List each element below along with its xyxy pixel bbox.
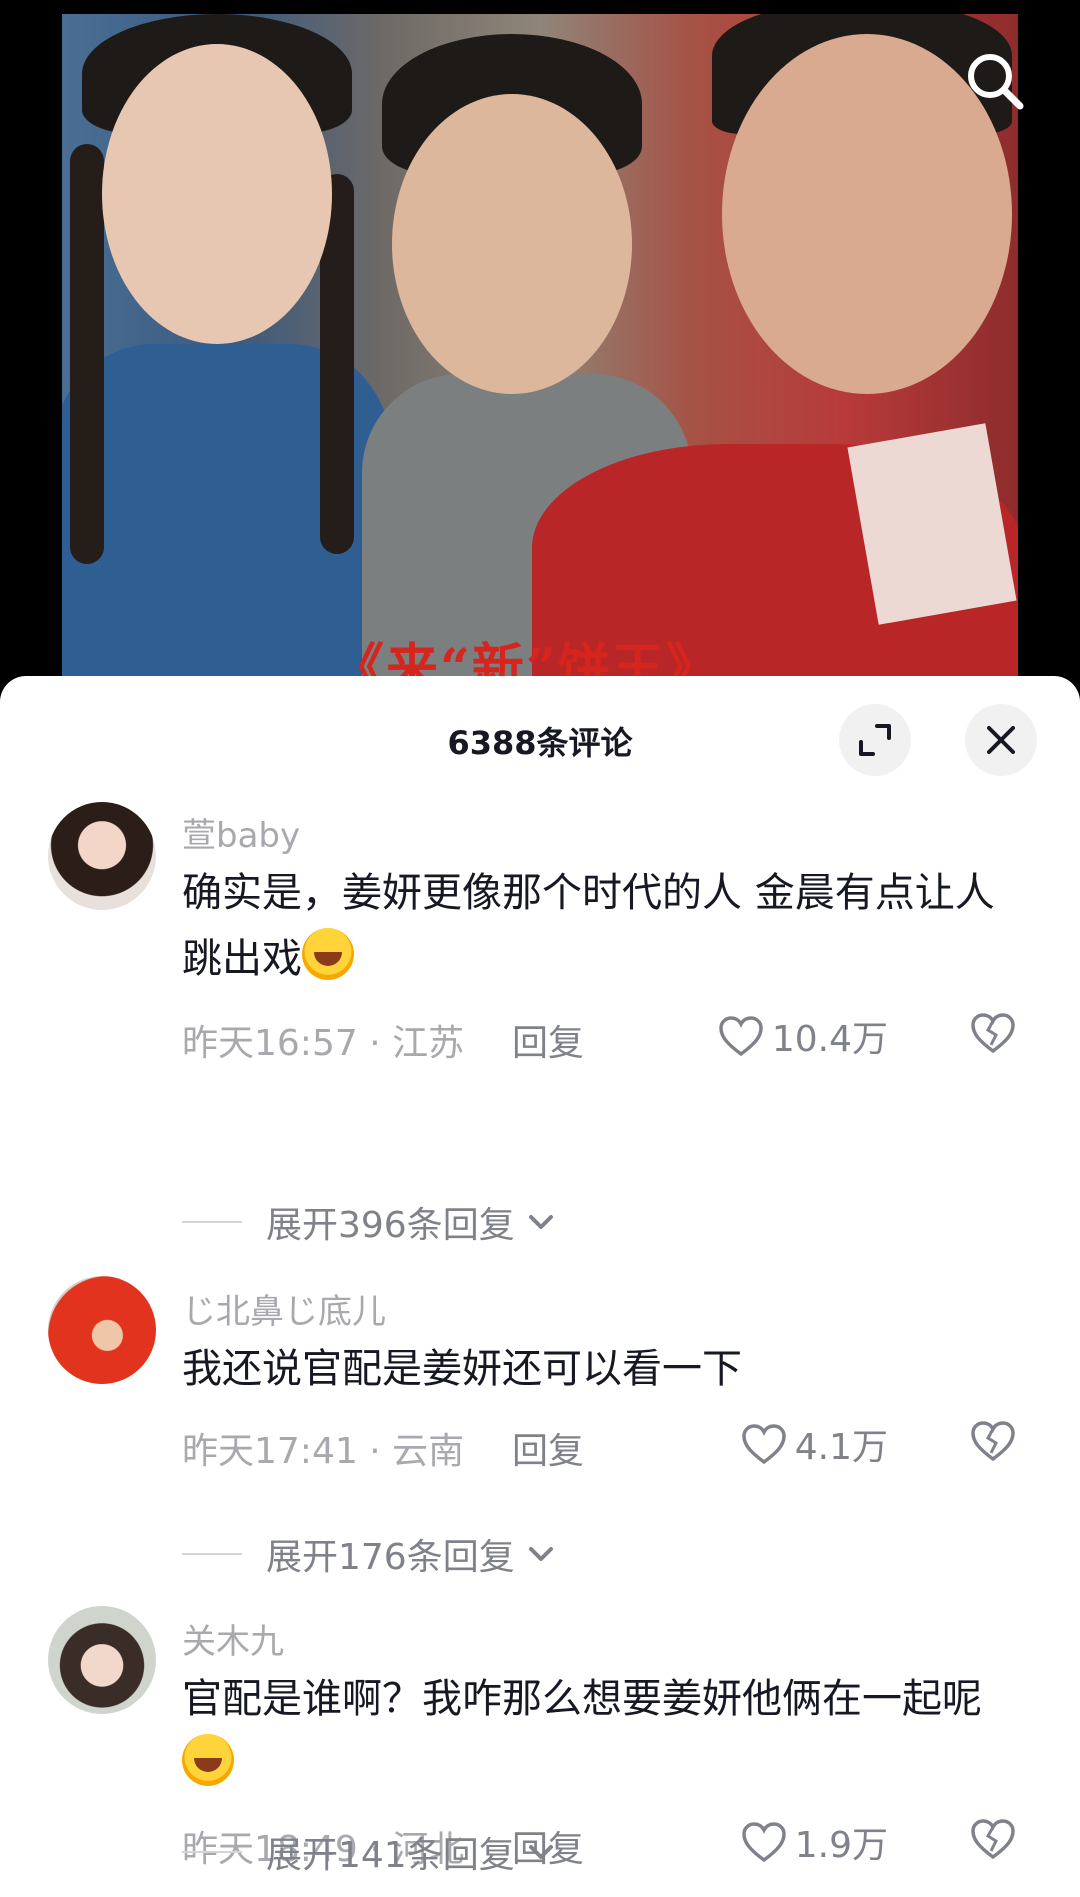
expand-button[interactable] — [839, 704, 911, 776]
comment-item: じ北鼻じ底儿 我还说官配是姜妍还可以看一下 昨天17:41 · 云南 回复 4.… — [0, 1198, 1080, 1472]
like-count: 4.1万 — [794, 1427, 888, 1468]
like-count: 1.9万 — [794, 1825, 888, 1866]
comment-meta: 昨天16:57 · 江苏 回复 10.4万 — [182, 1010, 1040, 1064]
close-icon — [987, 726, 1015, 754]
dislike-button[interactable] — [970, 1012, 1016, 1063]
figure-right-collar — [847, 423, 1017, 625]
chevron-down-icon — [528, 1845, 553, 1859]
heart-icon — [741, 1424, 786, 1465]
expand-icon — [859, 724, 891, 756]
dislike-button[interactable] — [970, 1818, 1016, 1869]
broken-heart-icon — [971, 1819, 1015, 1860]
avatar[interactable] — [48, 1606, 156, 1714]
avatar[interactable] — [48, 802, 156, 910]
comments-header: 6388条评论 — [0, 676, 1080, 800]
comments-count-title: 6388条评论 — [447, 724, 633, 762]
comment-text: 官配是谁啊？我咋那么想要姜妍他俩在一起呢 — [182, 1666, 1022, 1798]
comment-author[interactable]: 关木九 — [182, 1614, 284, 1663]
figure-left-face — [102, 44, 332, 344]
video-area[interactable]: 《来“新”饼王》 — [0, 0, 1080, 700]
like-button[interactable]: 4.1万 — [741, 1418, 888, 1470]
expand-replies[interactable]: 展开141条回复 — [182, 1827, 561, 1877]
figure-middle-face — [392, 94, 632, 394]
comment-item: 关木九 官配是谁啊？我咋那么想要姜妍他俩在一起呢 昨天18:49 · 河北 回复… — [0, 1530, 1080, 1870]
reply-button[interactable]: 回复 — [512, 1014, 584, 1066]
divider-line — [182, 1851, 242, 1853]
comment-text: 确实是，姜妍更像那个时代的人 金晨有点让人跳出戏 — [182, 860, 1022, 992]
close-button[interactable] — [965, 704, 1037, 776]
search-icon — [968, 54, 1024, 110]
search-button[interactable] — [960, 46, 1030, 116]
heart-icon — [741, 1822, 786, 1863]
comment-time-location: 昨天17:41 · 云南 — [182, 1431, 465, 1472]
laughing-emoji-icon — [182, 1734, 234, 1786]
figure-left-braid — [70, 144, 104, 564]
expand-replies-label[interactable]: 展开141条回复 — [266, 1826, 515, 1878]
comments-panel: 6388条评论 萱baby 确实是，姜妍更像那个时代的人 金晨有点让人跳出戏 昨… — [0, 676, 1080, 1897]
laughing-emoji-icon — [302, 928, 354, 980]
like-button[interactable]: 1.9万 — [741, 1816, 888, 1868]
broken-heart-icon — [971, 1013, 1015, 1054]
heart-icon — [719, 1016, 763, 1057]
like-count: 10.4万 — [771, 1019, 888, 1060]
comment-time-location: 昨天16:57 · 江苏 — [182, 1023, 465, 1064]
comment-item: 萱baby 确实是，姜妍更像那个时代的人 金晨有点让人跳出戏 昨天16:57 ·… — [0, 800, 1080, 1090]
comment-text: 我还说官配是姜妍还可以看一下 — [182, 1346, 742, 1392]
video-frame: 《来“新”饼王》 — [62, 14, 1018, 700]
avatar[interactable] — [48, 1276, 156, 1384]
like-button[interactable]: 10.4万 — [718, 1010, 888, 1062]
broken-heart-icon — [971, 1421, 1015, 1462]
comment-author[interactable]: じ北鼻じ底儿 — [182, 1284, 386, 1333]
comment-meta: 昨天17:41 · 云南 回复 4.1万 — [182, 1418, 1040, 1472]
comment-text-content: 官配是谁啊？我咋那么想要姜妍他俩在一起呢 — [182, 1676, 982, 1722]
dislike-button[interactable] — [970, 1420, 1016, 1471]
comment-author[interactable]: 萱baby — [182, 808, 300, 857]
reply-button[interactable]: 回复 — [512, 1422, 584, 1474]
